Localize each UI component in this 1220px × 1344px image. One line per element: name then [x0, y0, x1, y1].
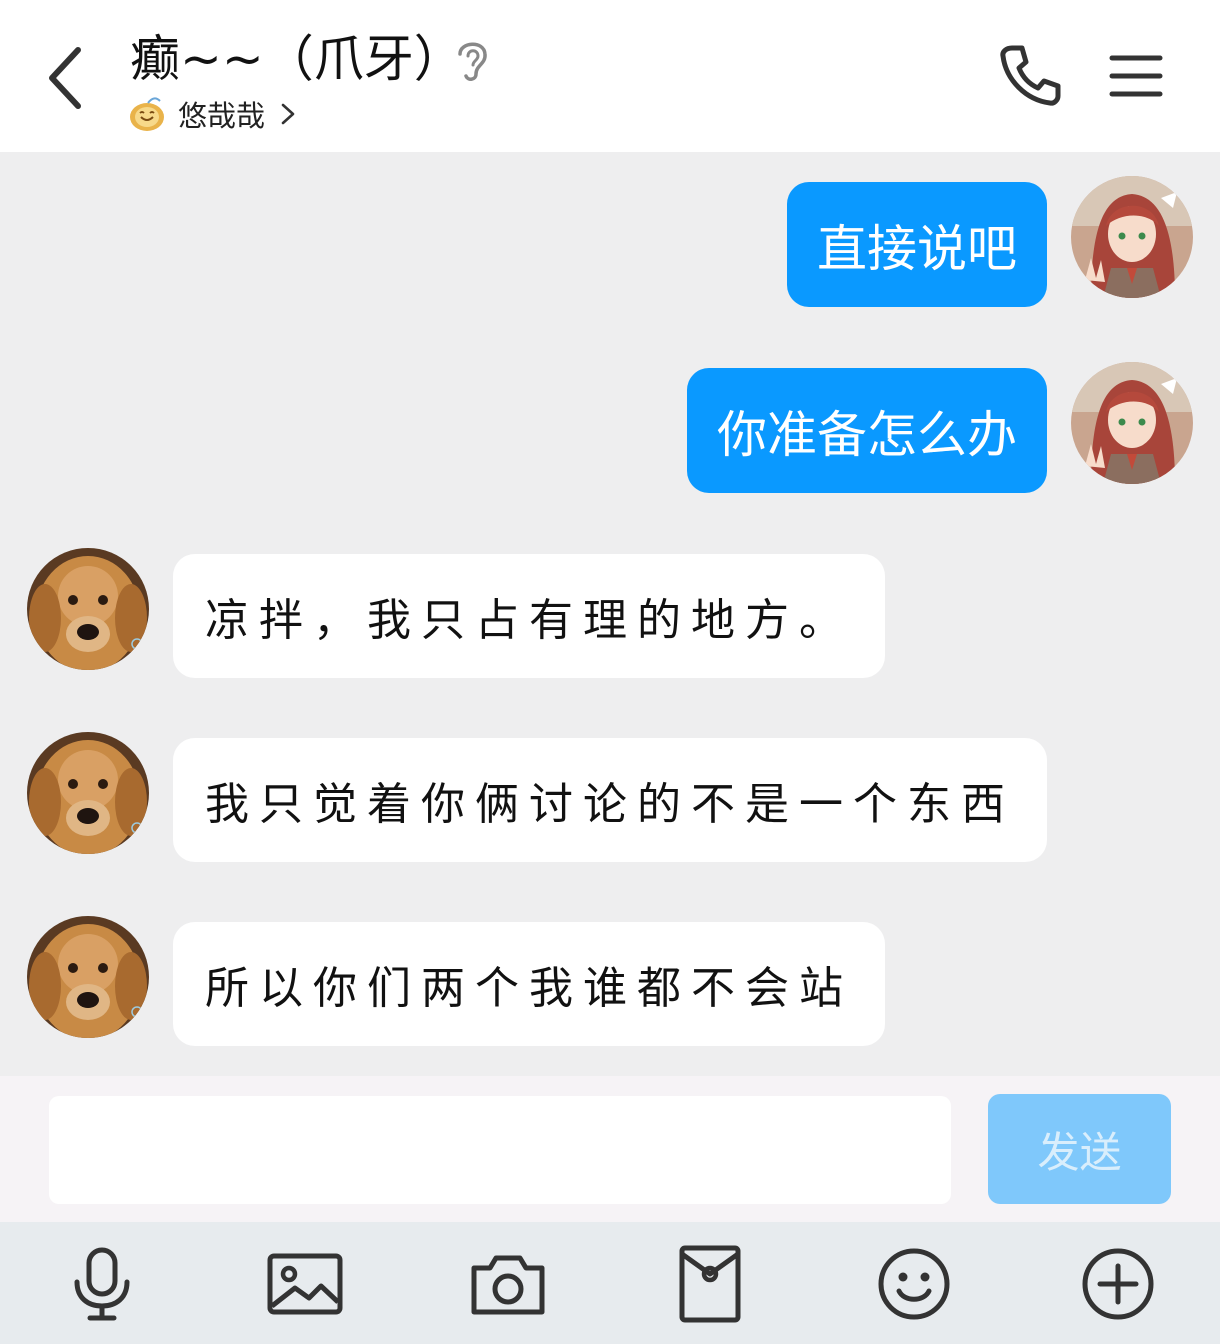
- avatar-contact[interactable]: [27, 548, 149, 670]
- chat-toolbar: [0, 1222, 1220, 1344]
- chevron-left-icon: [49, 47, 81, 109]
- microphone-icon: [74, 1247, 130, 1321]
- phone-icon: [1000, 45, 1061, 106]
- ear-icon[interactable]: [452, 34, 492, 84]
- camera-button[interactable]: [468, 1244, 548, 1324]
- camera-icon: [471, 1255, 545, 1315]
- red-packet-button[interactable]: [670, 1244, 750, 1324]
- status-mood-icon: [130, 97, 164, 131]
- menu-button[interactable]: [1108, 52, 1164, 100]
- call-button[interactable]: [998, 42, 1062, 108]
- chat-header: 癫~~（爪牙） 悠哉哉: [0, 0, 1220, 152]
- hamburger-menu-icon: [1109, 55, 1163, 97]
- status-row[interactable]: 悠哉哉: [128, 94, 297, 134]
- input-bar: 发送: [0, 1076, 1220, 1222]
- red-packet-icon: [679, 1245, 741, 1323]
- message-bubble-outgoing[interactable]: 你准备怎么办: [687, 368, 1047, 493]
- message-bubble-incoming[interactable]: 我只觉着你俩讨论的不是一个东西: [173, 738, 1047, 862]
- message-bubble-outgoing[interactable]: 直接说吧: [787, 182, 1047, 307]
- back-button[interactable]: [30, 36, 100, 116]
- emoji-icon: [878, 1248, 950, 1320]
- avatar-contact[interactable]: [27, 732, 149, 854]
- avatar-self[interactable]: [1071, 362, 1193, 484]
- message-bubble-incoming[interactable]: 凉拌，我只占有理的地方。: [173, 554, 885, 678]
- image-button[interactable]: [265, 1244, 345, 1324]
- chat-screen: 癫~~（爪牙） 悠哉哉 直接说吧 你准备怎么办 凉拌，我只占有理的地方。 我只觉…: [0, 0, 1220, 1344]
- plus-icon: [1082, 1248, 1154, 1320]
- chevron-right-icon: [281, 103, 295, 125]
- message-bubble-incoming[interactable]: 所以你们两个我谁都不会站: [173, 922, 885, 1046]
- chat-title[interactable]: 癫~~（爪牙）: [130, 28, 464, 90]
- avatar-contact[interactable]: [27, 916, 149, 1038]
- status-text: 悠哉哉: [178, 99, 266, 133]
- message-input[interactable]: [49, 1096, 951, 1204]
- image-icon: [267, 1253, 343, 1315]
- voice-button[interactable]: [62, 1244, 142, 1324]
- send-button[interactable]: 发送: [988, 1094, 1171, 1204]
- avatar-self[interactable]: [1071, 176, 1193, 298]
- emoji-button[interactable]: [874, 1244, 954, 1324]
- more-button[interactable]: [1078, 1244, 1158, 1324]
